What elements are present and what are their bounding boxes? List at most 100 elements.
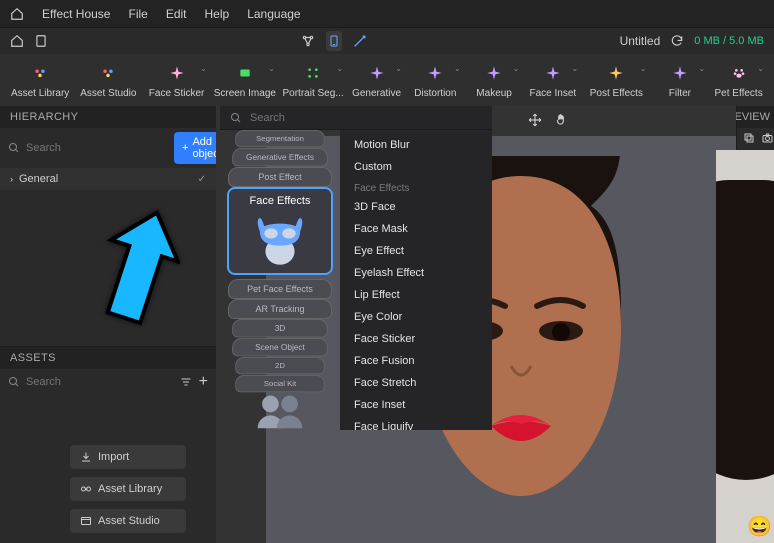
ribbon-label: Post Effects (590, 88, 643, 99)
search-icon (8, 376, 20, 388)
ribbon-filter[interactable]: Filter ⌄ (650, 58, 709, 102)
category-card[interactable]: 3D (232, 319, 328, 337)
home-button[interactable] (10, 34, 24, 48)
window-icon (80, 515, 92, 527)
category-active-label: Face Effects (250, 195, 311, 207)
ribbon-screen-image[interactable]: Screen Image ⌄ (211, 58, 279, 102)
ribbon-icon (542, 62, 564, 84)
duplicate-icon[interactable] (743, 132, 755, 144)
ribbon-post-effects[interactable]: Post Effects ⌄ (582, 58, 650, 102)
move-icon[interactable] (528, 113, 542, 127)
menu-file[interactable]: File (128, 7, 147, 21)
ribbon-label: Face Inset (530, 88, 577, 99)
category-card[interactable]: Social Kit (235, 375, 324, 392)
popup-search-input[interactable] (250, 112, 482, 124)
ribbon-icon (166, 62, 188, 84)
ribbon-icon (728, 62, 750, 84)
people-icon (248, 389, 312, 429)
list-item[interactable]: Face Stretch (340, 372, 492, 394)
ribbon-icon (97, 62, 119, 84)
import-button[interactable]: Import (70, 445, 186, 469)
chevron-down-icon: ⌄ (200, 64, 207, 73)
camera-icon[interactable] (761, 132, 774, 144)
hierarchy-search-input[interactable] (26, 142, 168, 154)
ribbon-face-sticker[interactable]: Face Sticker ⌄ (142, 58, 210, 102)
ribbon-distortion[interactable]: Distortion ⌄ (406, 58, 465, 102)
search-icon (8, 142, 20, 154)
link-icon (80, 483, 92, 495)
assets-search-input[interactable] (26, 376, 173, 388)
list-item[interactable]: Face Sticker (340, 328, 492, 350)
ribbon-label: Face Sticker (149, 88, 205, 99)
list-item[interactable]: Face Liquify (340, 416, 492, 430)
tablet-icon[interactable] (34, 34, 48, 48)
import-label: Import (98, 451, 129, 463)
category-card-active[interactable]: Face Effects (227, 187, 333, 275)
list-item[interactable]: Face Mask (340, 218, 492, 240)
phone-icon[interactable] (326, 31, 342, 51)
general-label: General (19, 173, 58, 185)
list-item[interactable]: Motion Blur (340, 134, 492, 156)
category-card[interactable]: Pet Face Effects (228, 279, 332, 299)
list-item[interactable]: Lip Effect (340, 284, 492, 306)
plus-icon[interactable]: + (199, 373, 208, 391)
list-item[interactable]: Face Fusion (340, 350, 492, 372)
ribbon-label: Asset Library (11, 88, 69, 99)
ribbon-toolbar: Asset Library Asset Studio Face Sticker … (0, 54, 774, 106)
ribbon-icon (483, 62, 505, 84)
ribbon-asset-studio[interactable]: Asset Studio (74, 58, 142, 102)
hierarchy-body (0, 190, 216, 346)
menu-help[interactable]: Help (205, 7, 230, 21)
ribbon-generative[interactable]: Generative ⌄ (347, 58, 406, 102)
chevron-down-icon: ⌄ (572, 64, 579, 73)
home-icon[interactable] (10, 7, 24, 21)
ribbon-icon (366, 62, 388, 84)
ribbon-pet-effects[interactable]: Pet Effects ⌄ (709, 58, 768, 102)
reaction-icon[interactable]: 😄 (747, 514, 772, 539)
menu-language[interactable]: Language (247, 7, 300, 21)
popup-search-row (220, 106, 492, 130)
chevron-down-icon: ⌄ (757, 64, 764, 73)
tutorial-arrow-icon (80, 200, 180, 340)
hand-icon[interactable] (554, 113, 568, 127)
list-item[interactable]: Custom (340, 156, 492, 178)
ribbon-label: Filter (669, 88, 691, 99)
filter-icon[interactable] (179, 376, 193, 388)
asset-studio-button[interactable]: Asset Studio (70, 509, 186, 533)
tools-icon[interactable] (352, 33, 368, 49)
chevron-down-icon: ⌄ (268, 64, 275, 73)
category-card[interactable]: Scene Object (232, 338, 328, 356)
chevron-right-icon: › (10, 174, 13, 184)
general-row[interactable]: › General ✓ (0, 168, 216, 190)
refresh-icon[interactable] (670, 34, 684, 48)
category-card[interactable]: Post Effect (228, 167, 332, 187)
category-card[interactable]: Generative Effects (232, 148, 328, 166)
ribbon-icon (234, 62, 256, 84)
list-item[interactable]: Eyelash Effect (340, 262, 492, 284)
effects-list-popup: Motion BlurCustomFace Effects3D FaceFace… (340, 130, 492, 430)
check-icon: ✓ (198, 174, 206, 185)
ribbon-portrait-seg-[interactable]: Portrait Seg... ⌄ (279, 58, 347, 102)
ribbon-icon (29, 62, 51, 84)
category-card[interactable]: Segmentation (235, 130, 324, 147)
ribbon-asset-library[interactable]: Asset Library (6, 58, 74, 102)
asset-library-label: Asset Library (98, 483, 162, 495)
category-card[interactable]: AR Tracking (228, 299, 332, 319)
list-item[interactable]: Eye Color (340, 306, 492, 328)
list-item[interactable]: Face Inset (340, 394, 492, 416)
graph-icon[interactable] (300, 34, 316, 48)
assets-section: ASSETS + Import (0, 346, 216, 543)
chevron-down-icon: ⌄ (395, 64, 402, 73)
ribbon-label: Asset Studio (80, 88, 136, 99)
menu-edit[interactable]: Edit (166, 7, 187, 21)
ribbon-label: Generative (352, 88, 401, 99)
category-card[interactable]: 2D (235, 357, 324, 374)
list-item[interactable]: 3D Face (340, 196, 492, 218)
app-name: Effect House (42, 7, 110, 21)
ribbon-makeup[interactable]: Makeup ⌄ (465, 58, 524, 102)
ribbon-face-inset[interactable]: Face Inset ⌄ (523, 58, 582, 102)
asset-library-button[interactable]: Asset Library (70, 477, 186, 501)
preview-viewport[interactable]: 😄 (716, 150, 774, 543)
mask-icon (248, 211, 312, 267)
list-item[interactable]: Eye Effect (340, 240, 492, 262)
